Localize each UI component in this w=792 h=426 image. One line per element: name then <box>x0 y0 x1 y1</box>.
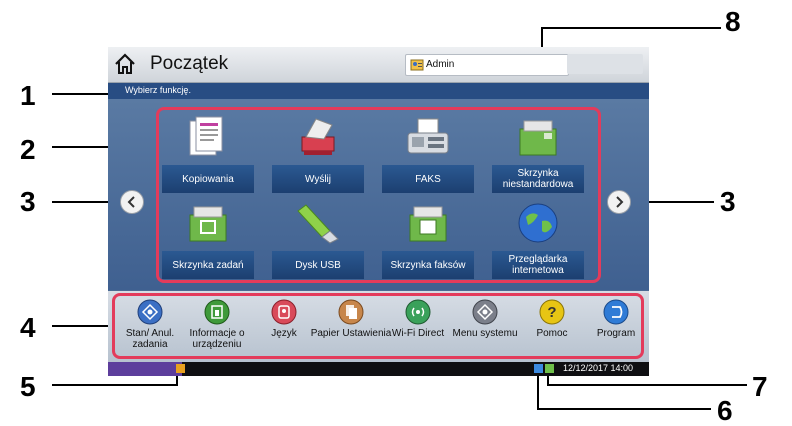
device-screen: Początek Admin Wybierz funkcję. Kopiowan… <box>108 47 649 376</box>
user-name-label: Admin <box>426 59 455 70</box>
callout-7: 7 <box>752 371 768 402</box>
callout-8: 8 <box>725 6 741 37</box>
user-icon <box>410 59 424 71</box>
date-time: 12/12/2017 14:00 <box>563 363 634 373</box>
top-bar: Początek Admin <box>108 47 649 83</box>
callout-6: 6 <box>717 395 733 426</box>
warning-icon[interactable] <box>176 364 185 373</box>
previous-page-button[interactable] <box>120 190 144 214</box>
status-area <box>567 54 643 74</box>
chevron-left-icon <box>127 196 135 208</box>
callout-3-right: 3 <box>720 186 736 217</box>
message-text: Wybierz funkcję. <box>125 85 191 95</box>
leader-line-8 <box>541 27 721 29</box>
user-login-button[interactable]: Admin <box>405 54 569 76</box>
leader-line-7 <box>547 384 747 386</box>
callout-2: 2 <box>20 134 36 165</box>
callout-5: 5 <box>20 371 36 402</box>
leader-line-4 <box>52 325 114 327</box>
network-icon[interactable] <box>545 364 554 373</box>
chevron-right-icon <box>616 196 624 208</box>
taskbar-frame <box>112 293 644 359</box>
function-buttons-frame <box>156 107 601 283</box>
callout-1: 1 <box>20 80 36 111</box>
leader-line-6 <box>537 408 711 410</box>
status-indicator <box>108 362 182 376</box>
home-icon[interactable] <box>114 53 136 75</box>
device-status-icon[interactable] <box>534 364 543 373</box>
next-page-button[interactable] <box>607 190 631 214</box>
leader-line-5 <box>52 384 178 386</box>
callout-3-left: 3 <box>20 186 36 217</box>
leader-line-6-vertical <box>537 370 539 410</box>
callout-4: 4 <box>20 312 36 343</box>
page-title: Początek <box>150 53 229 74</box>
